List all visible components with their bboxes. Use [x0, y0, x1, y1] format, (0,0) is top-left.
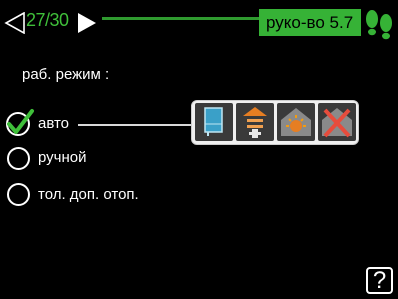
option-add-heat-only-label[interactable]: тол. доп. отоп. [38, 186, 139, 203]
header-divider [102, 17, 260, 20]
option-auto-label[interactable]: авто [38, 115, 69, 132]
connector-line [78, 124, 192, 126]
compressor-icon [195, 103, 233, 141]
mode-icons-panel [191, 100, 359, 145]
radio-add-heat-only[interactable] [7, 183, 30, 206]
heating-icon [277, 103, 315, 141]
nav-forward-icon[interactable] [76, 12, 98, 39]
disabled-icon [318, 103, 356, 141]
footprints-icon [362, 7, 396, 46]
help-button[interactable]: ? [366, 267, 393, 294]
additional-heat-icon [236, 103, 274, 141]
radio-manual[interactable] [7, 147, 30, 170]
operating-mode-label: раб. режим : [22, 66, 110, 83]
option-manual-label[interactable]: ручной [38, 149, 87, 166]
selected-check-icon[interactable] [4, 108, 36, 145]
nav-back-icon[interactable] [4, 11, 26, 39]
page-indicator: 27/30 [26, 10, 69, 30]
menu-title: руко-во 5.7 [259, 9, 362, 36]
